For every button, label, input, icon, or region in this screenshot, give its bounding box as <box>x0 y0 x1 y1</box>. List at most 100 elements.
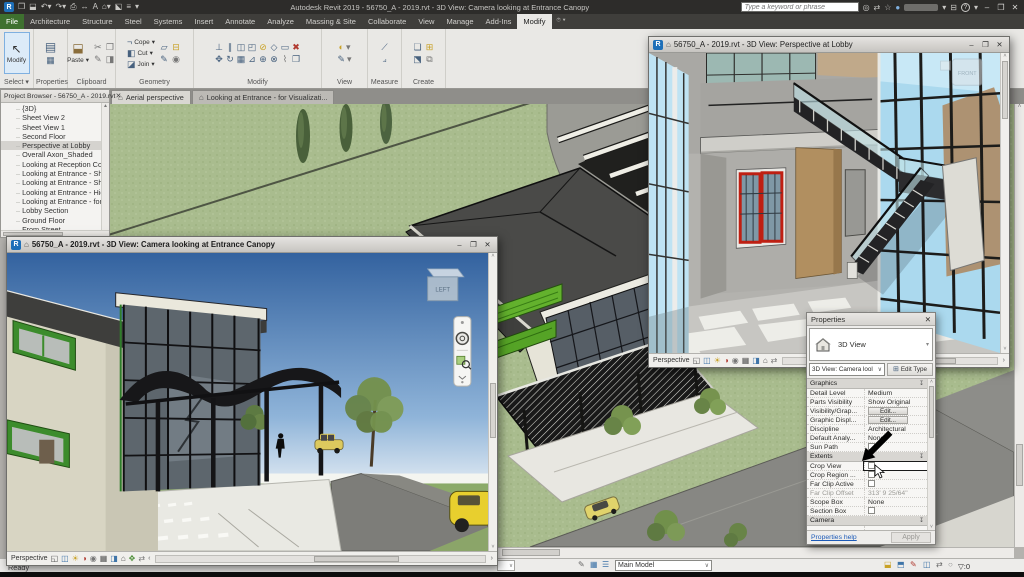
default-3d-view-icon[interactable]: ⌂▾ <box>102 2 111 12</box>
tab-addins[interactable]: Add-Ins <box>480 14 518 29</box>
split-element-icon[interactable]: ⌇ <box>283 54 287 64</box>
search-input[interactable] <box>740 2 859 12</box>
minimize-button[interactable]: ‒ <box>982 3 992 12</box>
tree-item[interactable]: Looking at Entrance - Sha <box>1 169 101 178</box>
restore-button[interactable]: ❐ <box>996 3 1006 12</box>
maximize-icon[interactable]: ❐ <box>468 240 479 249</box>
panel-label-clipboard[interactable]: Clipboard <box>68 77 115 88</box>
design-options-select[interactable]: ∨ <box>497 560 515 571</box>
save-icon[interactable]: ⬓ <box>29 2 37 12</box>
editable-only-icon[interactable]: ⬓ <box>884 561 892 569</box>
copy-modify-icon[interactable]: ❐ <box>292 54 300 64</box>
favorites-star-icon[interactable]: ☆ <box>884 3 891 12</box>
delete-icon[interactable]: ✖ <box>292 42 300 52</box>
view-tab-aerial[interactable]: ⌂ Aerial perspective <box>111 90 191 104</box>
panel-label-view[interactable]: View <box>322 77 367 88</box>
project-browser-header[interactable]: Project Browser - 56750_A - 2019.rvt ✕ <box>1 90 121 103</box>
tab-massing-site[interactable]: Massing & Site <box>300 14 362 29</box>
maximize-icon[interactable]: ❐ <box>980 40 991 49</box>
render-icon[interactable]: ◑ <box>724 356 729 365</box>
temporary-hide-icon[interactable]: ◨ <box>752 356 760 365</box>
crop-view-icon[interactable]: ◉ <box>732 356 739 365</box>
temporary-hide-icon[interactable]: ◨ <box>110 554 118 563</box>
show-crop-icon[interactable]: ▦ <box>100 554 108 563</box>
navigation-bar[interactable] <box>453 316 472 387</box>
create-parts-icon[interactable]: ⧉ <box>426 54 432 64</box>
lobby-vertical-scrollbar[interactable]: ˄ ˅ <box>1000 53 1009 353</box>
paste-icon[interactable]: ⬓ <box>72 42 83 54</box>
open-icon[interactable]: ❒ <box>18 2 25 12</box>
lobby-view-body[interactable]: FRONT ˄ ˅ <box>648 52 1009 354</box>
match-type-icon[interactable]: ✎ <box>94 54 102 64</box>
thin-lines-icon[interactable]: ≡ <box>126 2 131 12</box>
scale-icon[interactable]: ⊿ <box>248 54 256 64</box>
search-icon[interactable]: ◎ <box>863 3 870 12</box>
close-button[interactable]: ✕ <box>1010 3 1020 12</box>
tree-item[interactable]: {3D} <box>1 104 101 113</box>
visual-style-icon[interactable]: ◱ <box>51 554 59 563</box>
mirror-axis-icon[interactable]: ◫ <box>237 42 246 52</box>
close-icon[interactable]: ✕ <box>482 240 493 249</box>
property-row[interactable]: Crop Region ... <box>807 471 927 480</box>
type-selector[interactable]: 3D View ▾ <box>809 328 933 361</box>
wall-joins-icon[interactable]: ▱ <box>161 42 168 52</box>
hide-icon[interactable]: ✎ <box>337 54 345 64</box>
worksets-select[interactable]: Main Model ∨ <box>615 560 712 571</box>
measure-icon[interactable]: ↔ <box>81 2 89 12</box>
help-icon[interactable]: ? <box>960 2 970 12</box>
window-camera-entrance-canopy[interactable]: R ⌂ 56750_A - 2019.rvt - 3D View: Camera… <box>6 236 498 566</box>
create-assembly-icon[interactable]: ⬔ <box>413 54 422 64</box>
tree-item[interactable]: Sheet View 2 <box>1 113 101 122</box>
tab-steel[interactable]: Steel <box>119 14 148 29</box>
instance-selector[interactable]: 3D View: Camera lool ∨ <box>809 363 885 376</box>
create-similar-icon[interactable]: ⊞ <box>426 42 434 52</box>
tab-collaborate[interactable]: Collaborate <box>362 14 412 29</box>
scale-perspective-label[interactable]: Perspective <box>653 357 690 364</box>
join-button[interactable]: ◪ Join ▾ <box>127 59 155 69</box>
minimize-icon[interactable]: ‒ <box>454 240 465 249</box>
section-icon[interactable]: ⬕ <box>115 2 123 12</box>
pin-icon[interactable]: ↧ <box>919 452 924 461</box>
show-crop-icon[interactable]: ▦ <box>742 356 750 365</box>
edit-requests-icon[interactable]: ✎ <box>910 561 917 569</box>
lightbulb-icon[interactable]: ◐ <box>339 42 344 52</box>
panel-label-create[interactable]: Create <box>402 77 445 88</box>
split-icon[interactable]: ⊘ <box>259 42 267 52</box>
section-camera[interactable]: Camera ↧ <box>807 516 927 526</box>
snap-icon[interactable]: ○ <box>948 561 953 569</box>
close-icon[interactable]: ✕ <box>994 40 1005 49</box>
tab-view[interactable]: View <box>412 14 440 29</box>
window-title-bar[interactable]: R ⌂ 56750_A - 2019.rvt - 3D View: Perspe… <box>649 37 1009 53</box>
tree-item[interactable]: Second Floor <box>1 132 101 141</box>
user-menu-chevron-icon[interactable]: ▾ <box>942 3 946 12</box>
extend-icon[interactable]: ▭ <box>281 42 290 52</box>
tab-file[interactable]: File <box>0 14 25 29</box>
pin-icon[interactable]: ⊕ <box>259 54 267 64</box>
properties-scrollbar[interactable]: ˄ ˅ <box>927 379 935 530</box>
property-row[interactable]: Visibility/Grap... Edit... <box>807 407 927 416</box>
tree-item[interactable]: Overall Axon_Shaded <box>1 150 101 159</box>
scroll-left-icon[interactable]: ‹ <box>148 555 150 562</box>
panel-label-properties[interactable]: Properties <box>34 77 68 88</box>
measure-tool-icon[interactable]: ⟋ <box>381 42 387 52</box>
tab-architecture[interactable]: Architecture <box>24 14 76 29</box>
signin-user-icon[interactable]: ● <box>895 3 900 12</box>
panel-label-geometry[interactable]: Geometry <box>116 77 193 88</box>
dimension-icon[interactable]: ⟓ <box>382 54 386 64</box>
pin-icon[interactable]: ↧ <box>919 516 924 525</box>
print-icon[interactable]: ⎙ <box>70 2 76 12</box>
tree-item[interactable]: Sheet View 1 <box>1 123 101 132</box>
visual-style-icon[interactable]: ◱ <box>693 356 701 365</box>
rotate-icon[interactable]: ↻ <box>226 54 234 64</box>
text-icon[interactable]: A <box>93 2 98 12</box>
mirror-line-icon[interactable]: ◰ <box>248 42 257 52</box>
revit-logo-icon[interactable]: R <box>4 2 14 12</box>
tab-annotate[interactable]: Annotate <box>219 14 261 29</box>
edit-type-button[interactable]: ⊞ Edit Type <box>887 363 933 376</box>
reveal-hidden-icon[interactable]: ⌂ <box>121 554 126 563</box>
tree-vertical-scrollbar[interactable]: ▲ <box>101 103 109 230</box>
panel-label-modify[interactable]: Modify <box>194 77 321 88</box>
worksharing-display-icon[interactable]: ⇄ <box>771 356 778 365</box>
canopy-horizontal-scrollbar[interactable] <box>155 554 486 563</box>
tab-insert[interactable]: Insert <box>188 14 219 29</box>
